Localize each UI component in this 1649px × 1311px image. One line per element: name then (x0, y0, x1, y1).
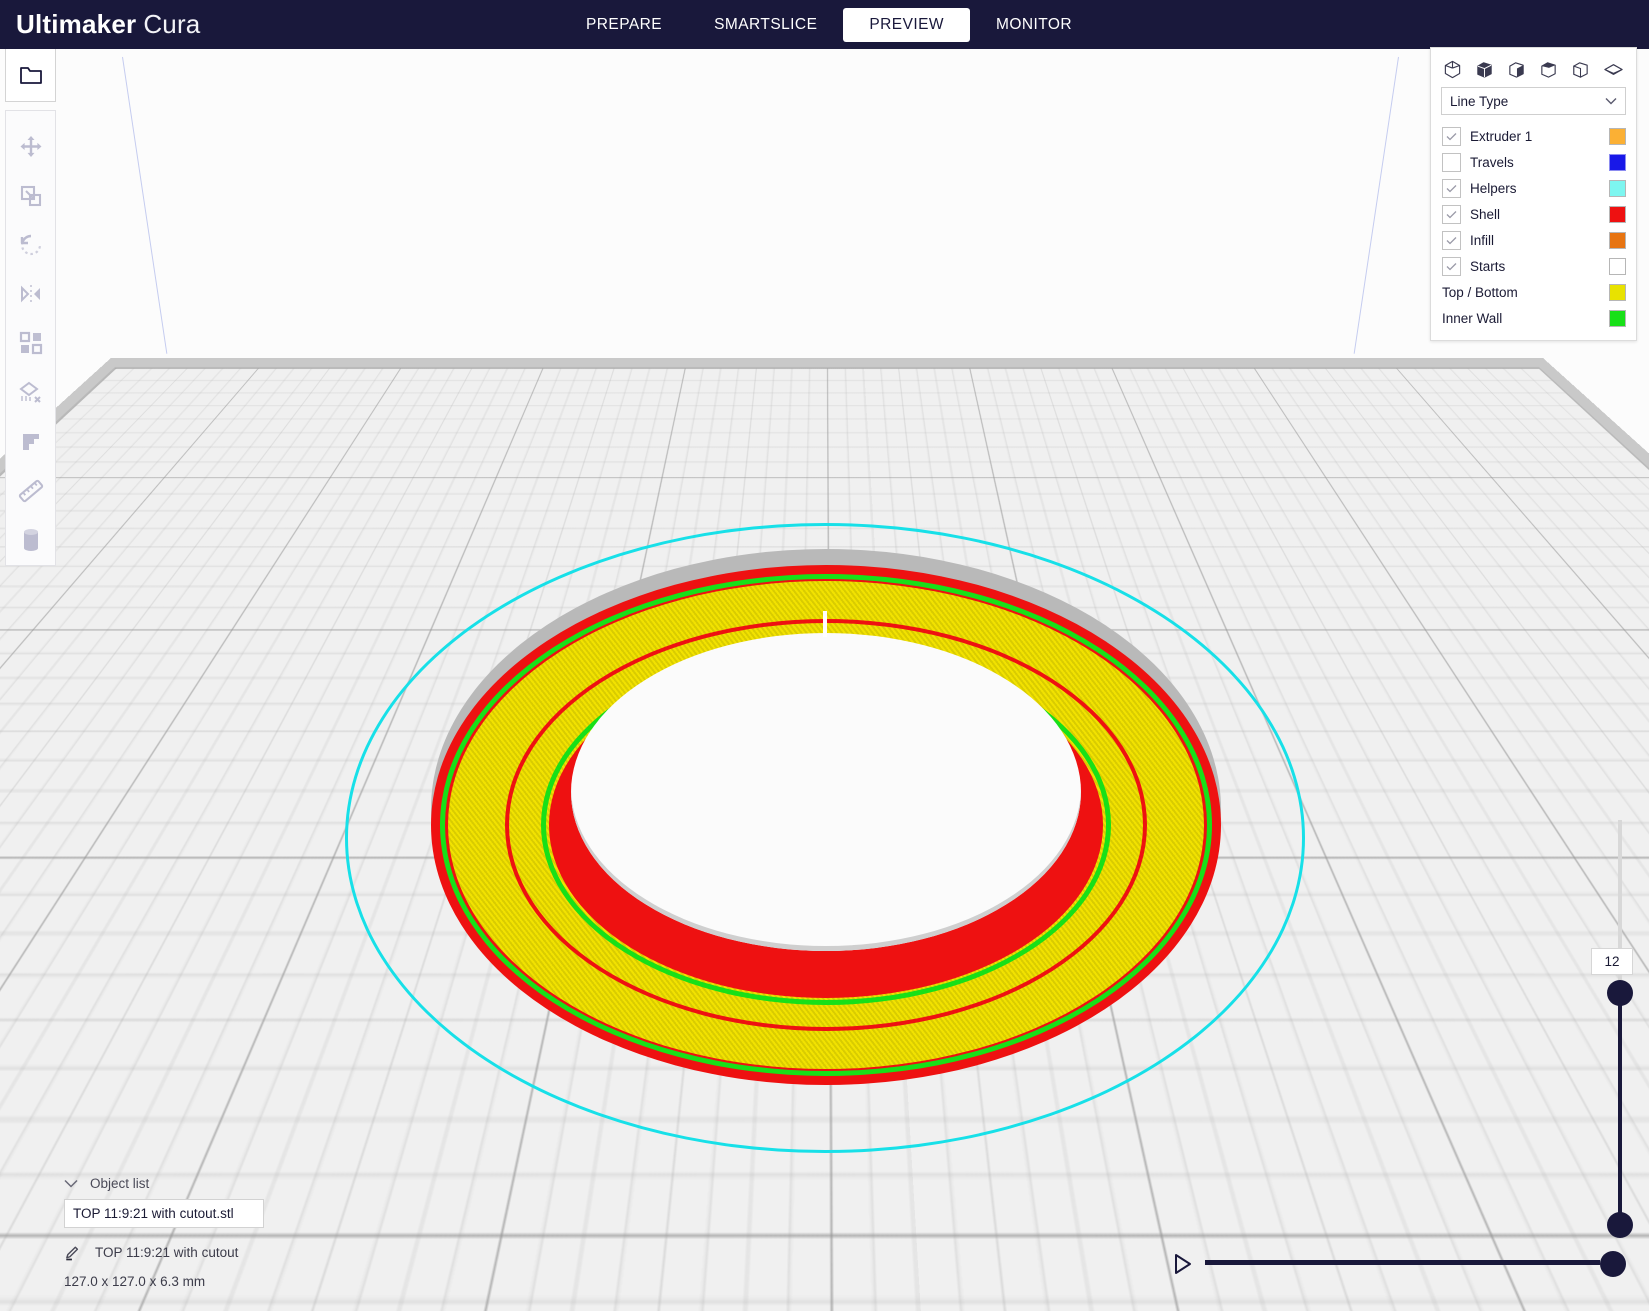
play-icon[interactable] (1173, 1253, 1193, 1280)
layer-slider-track (1618, 992, 1622, 1214)
build-plate-grid (0, 49, 1649, 367)
center-cutout-hole (570, 633, 1081, 951)
layer-slider-value: 12 (1591, 948, 1633, 975)
legend-label-top-bottom: Top / Bottom (1442, 284, 1518, 300)
top-view-icon[interactable] (1507, 60, 1526, 79)
checkbox-travels[interactable] (1442, 152, 1461, 172)
swatch-helpers (1609, 179, 1626, 197)
check-icon (1446, 210, 1457, 218)
open-folder-icon (19, 67, 42, 84)
brand-name-light: Cura (143, 9, 201, 39)
left-view-icon[interactable] (1539, 60, 1558, 79)
view-orientation-buttons (1431, 56, 1636, 87)
legend-label-infill: Infill (1470, 232, 1495, 248)
layer-slider-vertical[interactable]: 12 (1591, 820, 1637, 1260)
legend-row-extruder-1[interactable]: Extruder 1 (1431, 123, 1636, 149)
main-tabs: PREPARE SMARTSLICE PREVIEW MONITOR (560, 0, 1098, 49)
legend-label-inner-wall: Inner Wall (1442, 310, 1503, 326)
view-legend-panel: Line Type Extruder 1 Travels Helpers She… (1430, 47, 1637, 341)
mirror-icon (20, 285, 40, 304)
scale-icon (20, 185, 41, 206)
checkbox-infill[interactable] (1442, 230, 1461, 250)
legend-label-travels: Travels (1470, 154, 1514, 170)
3d-viewport[interactable] (0, 49, 1649, 1311)
rotate-icon (20, 234, 41, 256)
tab-monitor[interactable]: MONITOR (970, 8, 1098, 42)
open-file-button[interactable] (5, 49, 56, 102)
tab-prepare[interactable]: PREPARE (560, 8, 688, 42)
path-slider-track (1205, 1260, 1600, 1265)
selected-object-row: TOP 11:9:21 with cutout (64, 1244, 364, 1261)
layer-slider-handle-bottom[interactable] (1607, 1212, 1633, 1238)
path-slider-horizontal[interactable] (1165, 1251, 1626, 1280)
legend-row-helpers[interactable]: Helpers (1431, 175, 1636, 201)
check-icon (1446, 262, 1457, 270)
color-scheme-label: Line Type (1450, 93, 1509, 109)
tab-preview[interactable]: PREVIEW (843, 7, 971, 42)
swatch-extruder-1 (1609, 127, 1626, 145)
legend-row-infill[interactable]: Infill (1431, 227, 1636, 253)
object-list-item[interactable]: TOP 11:9:21 with cutout.stl (64, 1199, 264, 1228)
measure-tool-button[interactable] (6, 467, 55, 516)
swatch-shell (1609, 205, 1626, 223)
support-blocker-button[interactable] (6, 368, 55, 417)
checkbox-helpers[interactable] (1442, 178, 1461, 198)
selected-object-name: TOP 11:9:21 with cutout (95, 1245, 239, 1260)
checkbox-extruder-1[interactable] (1442, 126, 1461, 146)
layer-start-seam-marker (822, 611, 827, 637)
cylinder-icon (23, 529, 38, 552)
step-layer-icon (22, 433, 39, 450)
per-model-settings-icon (19, 332, 42, 355)
legend-label-starts: Starts (1470, 258, 1506, 274)
checkbox-starts[interactable] (1442, 256, 1461, 276)
brand-name-bold: Ultimaker (16, 9, 137, 39)
move-tool-button[interactable] (6, 122, 55, 171)
left-toolbar (5, 110, 56, 566)
legend-row-inner-wall: Inner Wall (1431, 305, 1636, 331)
legend-label-extruder-1: Extruder 1 (1470, 128, 1533, 144)
swatch-infill (1609, 231, 1626, 249)
cylinder-tool-button[interactable] (6, 516, 55, 565)
rotate-tool-button[interactable] (6, 220, 55, 269)
scale-tool-button[interactable] (6, 171, 55, 220)
right-view-icon[interactable] (1571, 60, 1590, 79)
swatch-inner-wall (1609, 309, 1626, 327)
chevron-down-icon (64, 1179, 78, 1188)
object-list-panel: Object list TOP 11:9:21 with cutout.stl … (64, 1176, 364, 1289)
path-slider-handle[interactable] (1600, 1251, 1626, 1277)
color-scheme-dropdown[interactable]: Line Type (1441, 87, 1626, 115)
mirror-tool-button[interactable] (6, 270, 55, 319)
check-icon (1446, 184, 1457, 192)
object-list-title: Object list (90, 1176, 150, 1191)
support-blocker-icon (18, 381, 41, 403)
layer-view-icon[interactable] (1603, 62, 1624, 77)
per-model-settings-button[interactable] (6, 319, 55, 368)
swatch-travels (1609, 153, 1626, 171)
legend-row-starts[interactable]: Starts (1431, 253, 1636, 279)
legend-label-helpers: Helpers (1470, 180, 1517, 196)
object-dimensions: 127.0 x 127.0 x 6.3 mm (64, 1274, 206, 1289)
legend-row-top-bottom: Top / Bottom (1431, 279, 1636, 305)
layer-slider-handle-top[interactable] (1607, 980, 1633, 1006)
top-bar: Ultimaker Cura PREPARE SMARTSLICE PREVIE… (0, 0, 1649, 49)
tab-smartslice[interactable]: SMARTSLICE (688, 8, 843, 42)
sliced-model-preview[interactable] (344, 523, 1305, 1153)
front-view-icon[interactable] (1475, 60, 1494, 79)
move-icon (20, 135, 41, 157)
swatch-starts (1609, 257, 1626, 275)
app-logo: Ultimaker Cura (16, 9, 200, 40)
swatch-top-bottom (1609, 283, 1626, 301)
legend-label-shell: Shell (1470, 206, 1501, 222)
step-layer-button[interactable] (6, 417, 55, 466)
check-icon (1446, 132, 1457, 140)
measure-icon (18, 479, 43, 503)
iso-view-icon[interactable] (1443, 60, 1462, 79)
legend-row-shell[interactable]: Shell (1431, 201, 1636, 227)
checkbox-shell[interactable] (1442, 204, 1461, 224)
legend-row-travels[interactable]: Travels (1431, 149, 1636, 175)
chevron-down-icon (1605, 98, 1617, 105)
object-list-header[interactable]: Object list (64, 1176, 364, 1191)
pencil-icon (66, 1246, 79, 1261)
check-icon (1446, 236, 1457, 244)
